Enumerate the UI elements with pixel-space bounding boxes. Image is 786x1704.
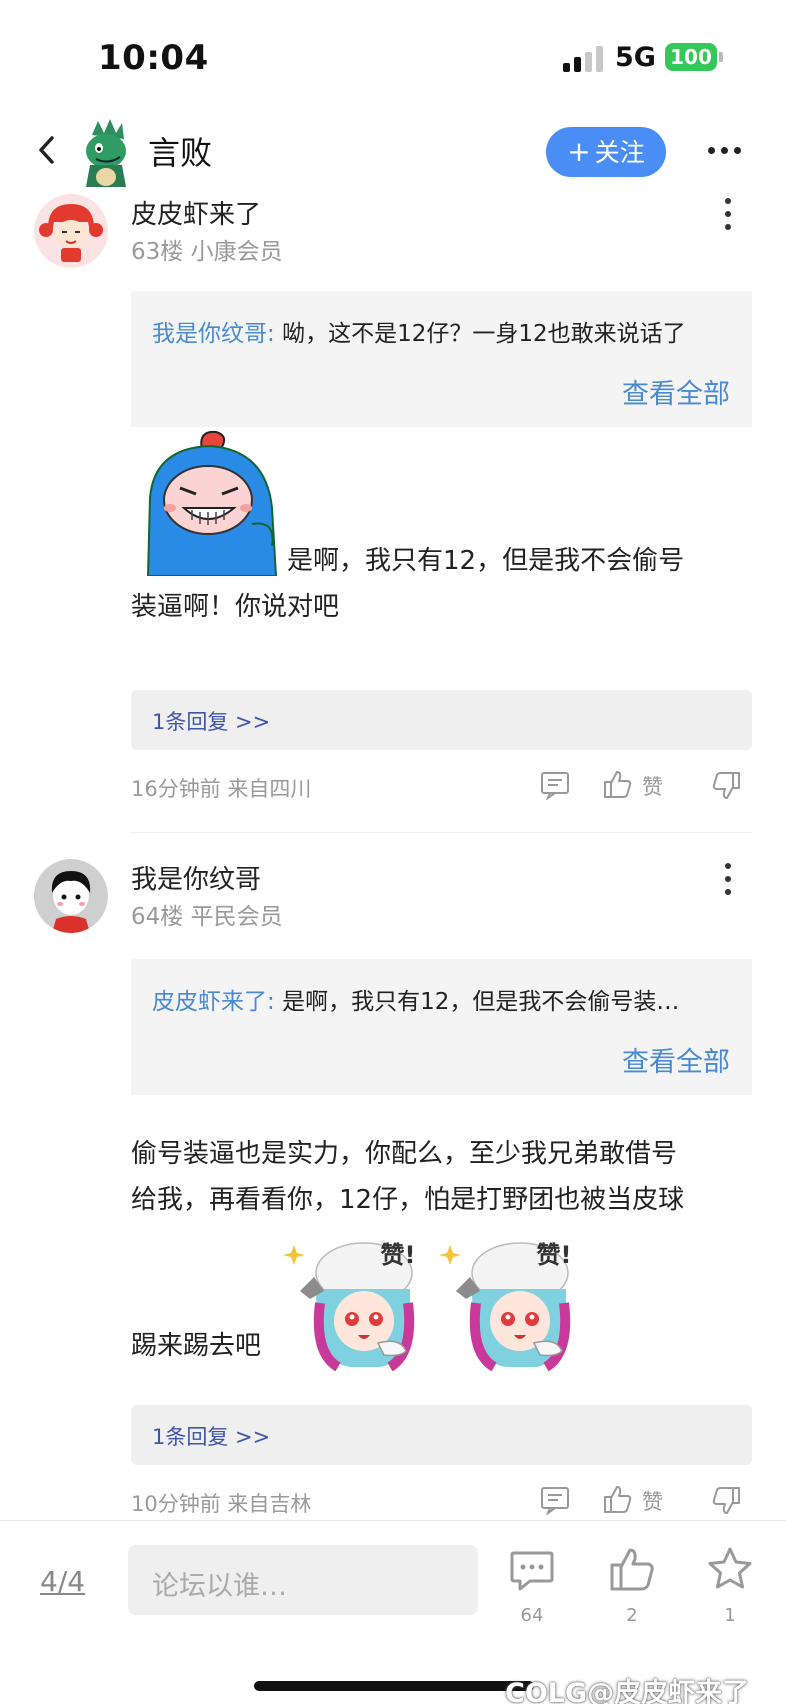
post-more-button[interactable] [718,196,738,232]
post-body-end: 踢来踢去吧 [131,1323,756,1369]
quoted-username[interactable]: 皮皮虾来了: [152,989,275,1015]
comment-input-placeholder: 论坛以谁… [152,1571,287,1602]
more-options-button[interactable] [708,140,742,160]
post-time-location: 10分钟前 来自吉林 [131,1492,312,1516]
favorite-button[interactable] [706,1545,754,1593]
quoted-text: 呦，这不是12仔？一身12也敢来说话了 [282,321,686,347]
username[interactable]: 我是你纹哥 [131,859,261,896]
post-body-line: 装逼啊！你说对吧 [131,592,340,622]
post-body: 偷号装逼也是实力，你配么，至少我兄弟敢借号 给我，再看看你，12仔，怕是打野团也… [131,1131,756,1223]
post-more-button[interactable] [718,861,738,897]
post-time-location: 16分钟前 来自四川 [131,777,312,801]
see-all-link[interactable]: 查看全部 [622,1040,730,1079]
dislike-button[interactable] [710,770,742,804]
comments-button[interactable] [508,1547,556,1595]
floor-membership: 64楼 平民会员 [131,904,283,930]
post-divider [131,832,752,833]
like-label: 赞 [642,1490,663,1514]
comment-input[interactable]: 论坛以谁… [128,1545,478,1615]
network-label: 5G [615,42,656,73]
post-floor-64: 我是你纹哥 64楼 平民会员 皮皮虾来了: 是啊，我只有12，但是我不会偷号装…… [0,855,786,1520]
post-body-line: 踢来踢去吧 [131,1331,262,1361]
post-body-line: 给我，再看看你，12仔，怕是打野团也被当皮球 [131,1185,685,1215]
star-icon [708,1547,752,1589]
follow-label: 关注 [594,138,645,167]
post-body-line: 是啊，我只有12，但是我不会偷号 [287,546,685,576]
quoted-text: 是啊，我只有12，但是我不会偷号装… [282,989,680,1015]
thumbs-down-icon [712,772,740,799]
user-avatar[interactable] [34,194,108,268]
post-body: 是啊，我只有12，但是我不会偷号 装逼啊！你说对吧 [131,538,756,630]
thumbs-up-icon [604,771,632,798]
reply-count-label: 1条回复 >> [152,710,271,734]
user-avatar[interactable] [34,859,108,933]
post-floor-63: 皮皮虾来了 63楼 小康会员 我是你纹哥: 呦，这不是12仔？一身12也敢来说话… [0,190,786,833]
watermark-handle: @皮皮虾来了 [587,1678,750,1704]
bottom-action-bar: 4/4 论坛以谁… 64 2 1 COLG@皮皮虾来了 [0,1520,786,1704]
quoted-username[interactable]: 我是你纹哥: [152,321,275,347]
thumbs-up-icon [610,1548,654,1591]
page-header: 言败 + 关注 [0,110,786,190]
like-label: 赞 [642,775,663,799]
like-post-button[interactable] [608,1545,656,1593]
signal-icon [563,46,605,72]
see-all-link[interactable]: 查看全部 [622,372,730,411]
plus-icon: + [567,135,591,168]
chevron-left-icon [39,136,54,164]
dislike-button[interactable] [710,1485,742,1519]
like-count: 2 [626,1605,638,1626]
author-avatar[interactable] [78,115,132,189]
page-title: 言败 [148,134,213,172]
replies-link[interactable]: 1条回复 >> [131,1405,752,1465]
comment-bubble-icon [510,1551,554,1591]
watermark: COLG@皮皮虾来了 [505,1671,749,1704]
colg-logo-icon: COLG [505,1678,588,1704]
comment-icon [541,1487,569,1516]
username[interactable]: 皮皮虾来了 [131,194,261,231]
battery-icon: 100 [665,43,717,71]
floor-membership: 63楼 小康会员 [131,239,283,265]
post-body-line: 偷号装逼也是实力，你配么，至少我兄弟敢借号 [131,1139,678,1169]
quote-line: 皮皮虾来了: 是啊，我只有12，但是我不会偷号装… [152,982,737,1016]
cartoon-boy-avatar-icon [34,859,108,933]
like-button[interactable]: 赞 [602,768,682,802]
battery-tip [719,52,723,62]
status-time: 10:04 [98,38,209,78]
sticker-label: 赞! [536,1241,572,1269]
page-indicator[interactable]: 4/4 [40,1565,85,1598]
quoted-reply: 皮皮虾来了: 是啊，我只有12，但是我不会偷号装… 查看全部 [131,959,752,1095]
comment-button[interactable] [540,1485,572,1519]
quoted-reply: 我是你纹哥: 呦，这不是12仔？一身12也敢来说话了 查看全部 [131,291,752,427]
quote-line: 我是你纹哥: 呦，这不是12仔？一身12也敢来说话了 [152,314,737,348]
home-indicator [254,1681,534,1691]
dinosaur-avatar-icon [86,119,126,187]
favorite-count: 1 [724,1605,736,1626]
thumbs-up-icon [604,1486,632,1513]
back-button[interactable] [30,130,66,170]
sticker-label: 赞! [380,1241,416,1269]
replies-link[interactable]: 1条回复 >> [131,690,752,750]
comment-icon [541,772,569,801]
like-button[interactable]: 赞 [602,1483,682,1517]
thumbs-down-icon [712,1487,740,1514]
status-bar: 10:04 5G 100 [0,0,786,110]
comment-button[interactable] [540,770,572,804]
red-hair-girl-avatar-icon [34,194,108,268]
comment-count: 64 [520,1605,544,1626]
follow-button[interactable]: + 关注 [546,127,666,177]
reply-count-label: 1条回复 >> [152,1425,271,1449]
